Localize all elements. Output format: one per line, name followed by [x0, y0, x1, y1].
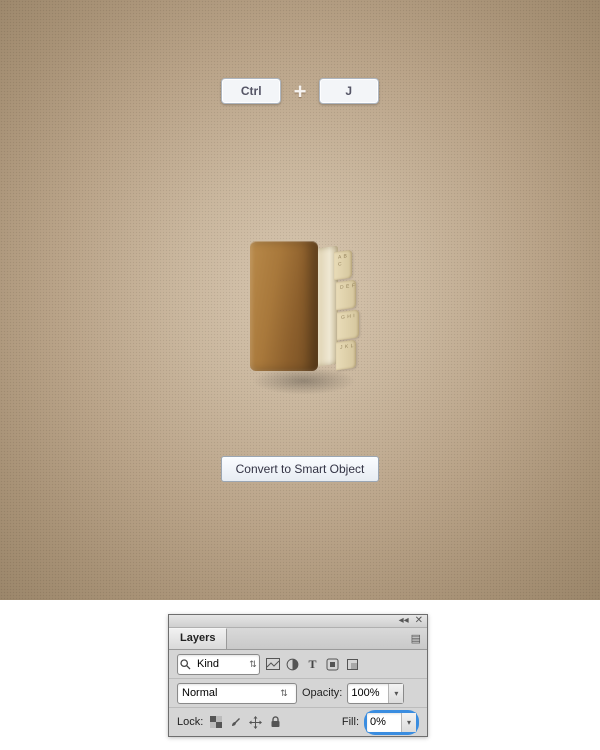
- fill-input[interactable]: ▾: [366, 712, 417, 733]
- panel-area: ◂◂ ✕ Layers ▤ ⇅ T: [0, 614, 600, 750]
- panel-menu-icon[interactable]: ▤: [405, 632, 427, 645]
- chevron-down-icon[interactable]: ▾: [401, 713, 416, 732]
- address-book-icon: A B C D E F G H I J K L: [244, 237, 364, 387]
- convert-smart-object-button[interactable]: Convert to Smart Object: [221, 456, 380, 482]
- shortcut-row: Ctrl + J: [0, 78, 600, 105]
- collapse-icon[interactable]: ◂◂: [399, 616, 409, 626]
- spacer: [0, 600, 600, 614]
- filter-row: ⇅ T: [169, 650, 427, 679]
- close-icon[interactable]: ✕: [415, 616, 423, 626]
- index-tab: G H I: [337, 309, 359, 340]
- blend-row: ⇅ Opacity: ▾: [169, 679, 427, 708]
- filter-text-icon[interactable]: T: [305, 657, 320, 672]
- chevron-updown-icon: ⇅: [247, 659, 259, 670]
- filter-adjust-icon[interactable]: [285, 657, 300, 672]
- lock-brush-icon[interactable]: [228, 715, 243, 730]
- filter-image-icon[interactable]: [265, 657, 280, 672]
- book-cover: [250, 241, 318, 371]
- filter-kind-value[interactable]: [193, 656, 247, 673]
- fill-label: Fill:: [342, 716, 359, 728]
- layers-panel: ◂◂ ✕ Layers ▤ ⇅ T: [168, 614, 428, 737]
- filter-shape-icon[interactable]: [325, 657, 340, 672]
- fill-value[interactable]: [367, 714, 401, 731]
- chevron-updown-icon: ⇅: [278, 688, 290, 699]
- index-tab: J K L: [336, 340, 356, 371]
- blend-mode-value[interactable]: [178, 685, 278, 702]
- key-j: J: [319, 78, 379, 104]
- fill-highlight: ▾: [364, 710, 419, 735]
- chevron-down-icon[interactable]: ▾: [388, 684, 403, 703]
- blend-mode-select[interactable]: ⇅: [177, 683, 297, 704]
- lock-label: Lock:: [177, 716, 203, 728]
- tab-layers[interactable]: Layers: [169, 628, 227, 649]
- key-ctrl: Ctrl: [221, 78, 281, 104]
- index-tab: A B C: [334, 250, 352, 281]
- opacity-value[interactable]: [348, 685, 388, 702]
- tutorial-canvas: Ctrl + J A B C D E F G H I J K L Convert…: [0, 0, 600, 600]
- lock-row: Lock: Fill: ▾: [169, 708, 427, 736]
- filter-kind-select[interactable]: ⇅: [177, 654, 260, 675]
- plus-icon: +: [294, 79, 307, 105]
- opacity-input[interactable]: ▾: [347, 683, 404, 704]
- lock-pixels-icon[interactable]: [208, 715, 223, 730]
- filter-smartobject-icon[interactable]: [345, 657, 360, 672]
- search-icon: [178, 657, 193, 672]
- panel-chrome: ◂◂ ✕: [169, 615, 427, 628]
- opacity-label: Opacity:: [302, 687, 342, 699]
- lock-move-icon[interactable]: [248, 715, 263, 730]
- action-row: Convert to Smart Object: [0, 456, 600, 482]
- index-tab: D E F: [336, 280, 356, 311]
- panel-tabs: Layers ▤: [169, 628, 427, 650]
- book-shadow: [252, 367, 356, 395]
- lock-all-icon[interactable]: [268, 715, 283, 730]
